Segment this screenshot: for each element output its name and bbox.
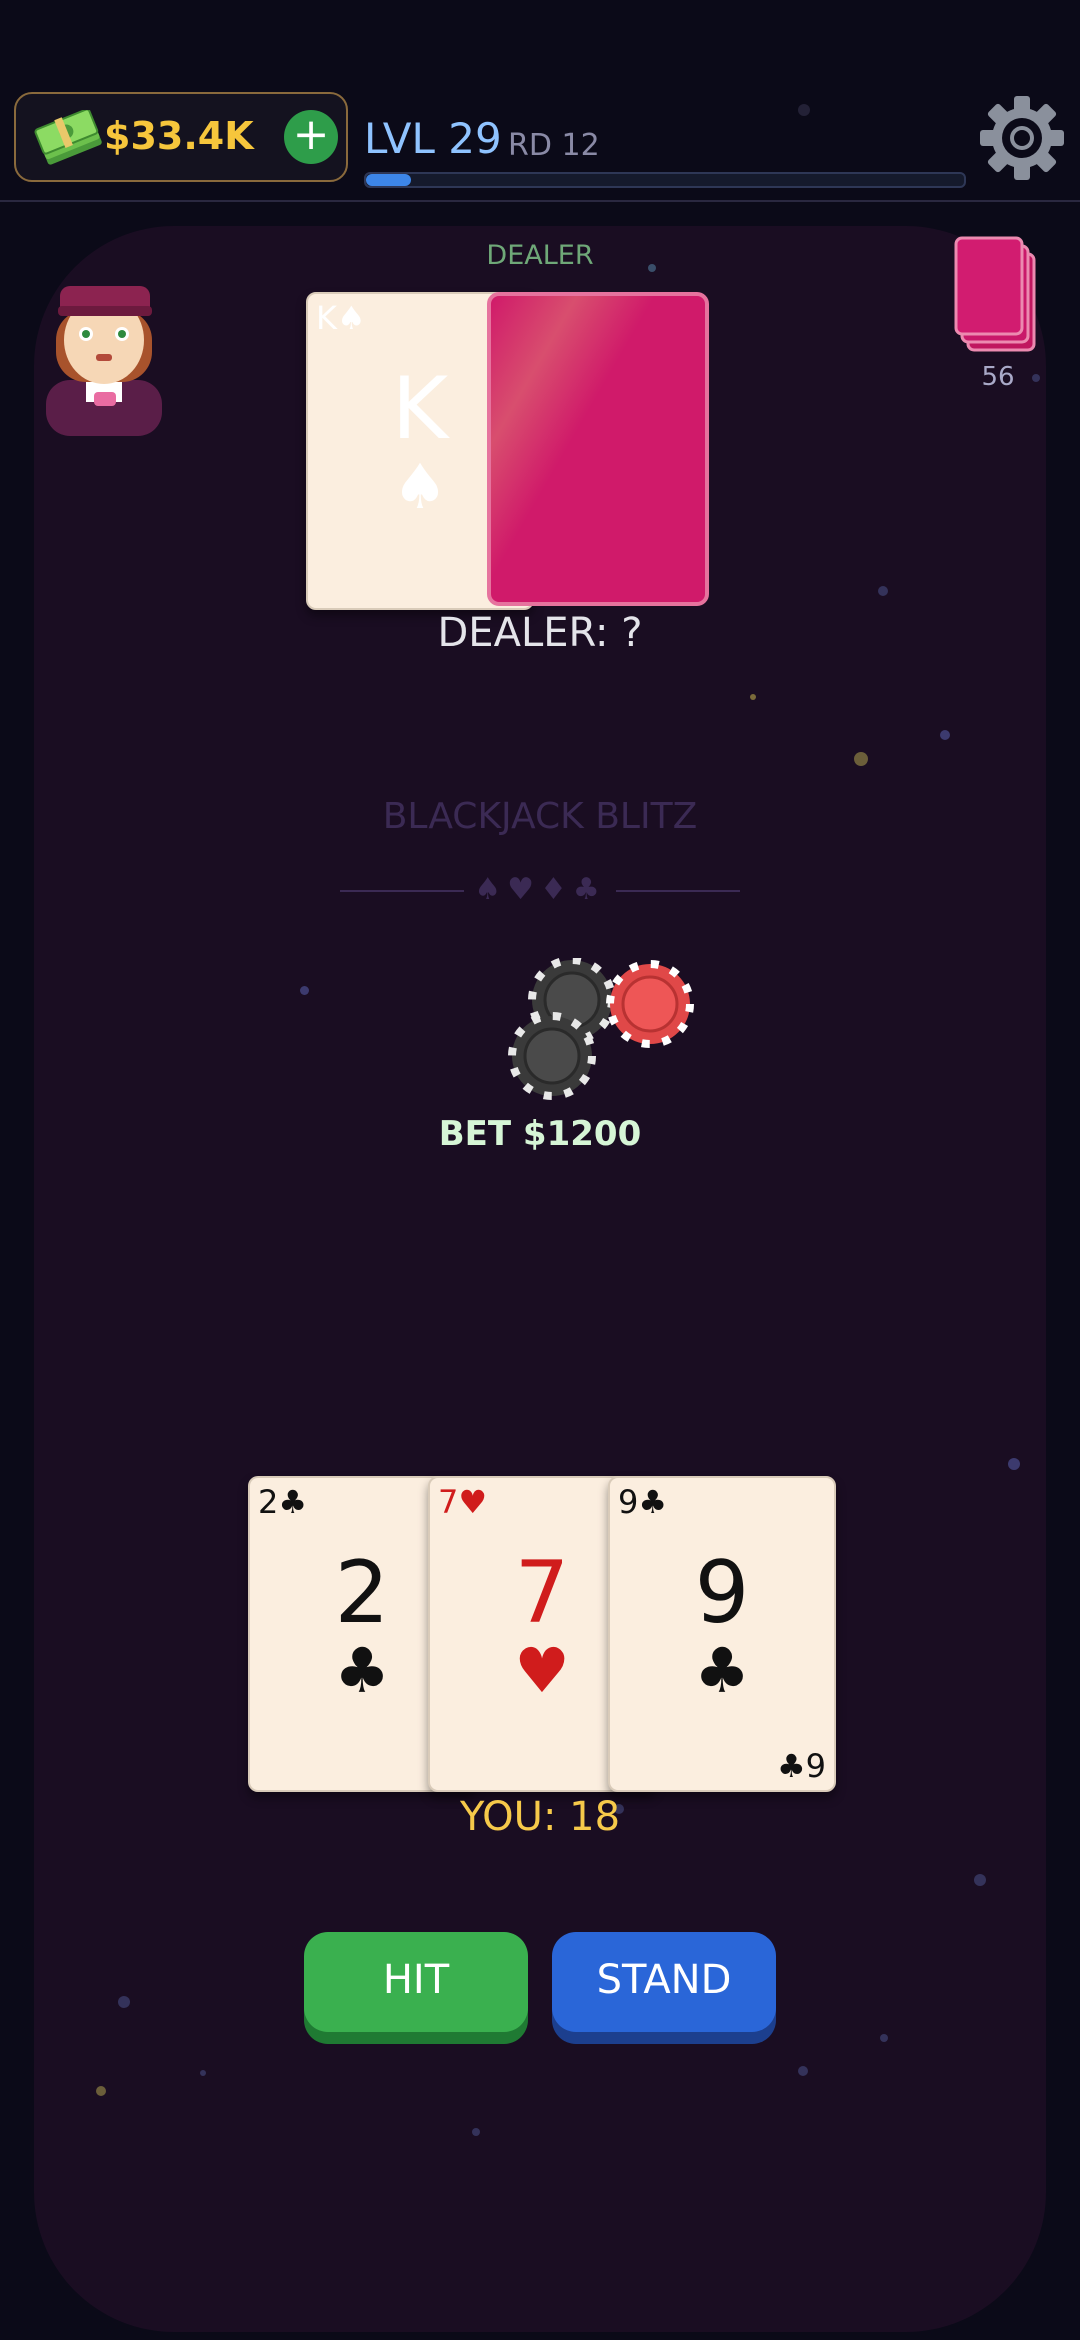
bet-chips-icon [508, 958, 694, 1100]
sparkle [854, 752, 868, 766]
sparkle [200, 2070, 206, 2076]
sparkle [472, 2128, 480, 2136]
sparkle [878, 586, 888, 596]
divider-right [616, 890, 740, 892]
sparkle [798, 104, 810, 116]
sparkle [1008, 1458, 1020, 1470]
card-rank: 9 [694, 1543, 750, 1643]
table-title: BLACKJACK BLITZ [382, 796, 698, 837]
sparkle [940, 730, 950, 740]
suits-ornament: ♠♥♦♣ [474, 872, 606, 907]
player-score: YOU: 18 [459, 1794, 621, 1840]
sparkle [880, 2034, 888, 2042]
sparkle [974, 1874, 986, 1886]
dealer-score: DEALER: ? [437, 610, 643, 656]
sparkle [798, 2066, 808, 2076]
sparkle [96, 2086, 106, 2096]
bet-amount: BET $1200 [438, 1114, 642, 1154]
add-cash-button[interactable]: + [284, 110, 338, 164]
dealer-label: DEALER [486, 240, 594, 271]
xp-progress-fill [366, 174, 411, 186]
card-suit: ♣ [694, 1634, 750, 1707]
hit-button[interactable]: HIT [304, 1932, 528, 2032]
sparkle [750, 694, 756, 700]
settings-gear-icon[interactable] [978, 94, 1066, 182]
card-corner: K♠ [316, 299, 366, 337]
cash-amount: $33.4K [104, 114, 254, 158]
player-card: 9♣ 9 ♣ ♣9 [608, 1476, 836, 1792]
hidden-card [487, 292, 709, 606]
card-corner: 7♥ [438, 1483, 488, 1521]
sparkle [1032, 374, 1040, 382]
sparkle [118, 1996, 130, 2008]
card-corner: 9♣ [618, 1483, 668, 1521]
header-divider [0, 200, 1080, 202]
cash-display: $33.4K + [14, 92, 348, 182]
card-corner-bottom: ♣9 [776, 1747, 826, 1785]
level-label: LVL 29 [364, 114, 502, 163]
deck-count: 56 [981, 362, 1015, 392]
card-corner: 2♣ [258, 1483, 308, 1521]
sparkle [300, 986, 309, 995]
round-label: RD 12 [508, 128, 600, 163]
dealer-avatar [46, 286, 162, 436]
xp-progress-bar [364, 172, 966, 188]
stand-button[interactable]: STAND [552, 1932, 776, 2032]
cash-icon [34, 110, 102, 165]
deck-icon [954, 236, 1036, 352]
sparkle [648, 264, 656, 272]
divider-left [340, 890, 464, 892]
